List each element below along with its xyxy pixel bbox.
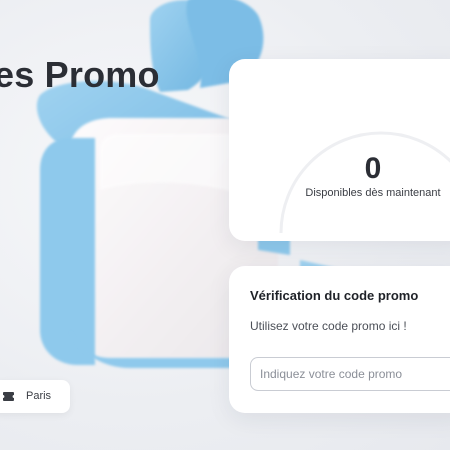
location-chip[interactable]: Paris — [0, 380, 70, 413]
promo-code-input[interactable] — [250, 357, 450, 391]
page-title: es Promo — [0, 54, 160, 95]
city-label: Paris — [26, 390, 52, 402]
available-count-label: Disponibles dès maintenant — [305, 187, 441, 199]
available-count: 0 — [364, 152, 382, 185]
verification-description: Utilisez votre code promo ici ! — [250, 319, 407, 333]
verification-title: Vérification du code promo — [250, 288, 419, 303]
ticket-icon — [3, 392, 14, 401]
promo-verification-card: Vérification du code promo Utilisez votr… — [229, 266, 450, 413]
available-promos-card: 0 Disponibles dès maintenant — [229, 59, 450, 241]
